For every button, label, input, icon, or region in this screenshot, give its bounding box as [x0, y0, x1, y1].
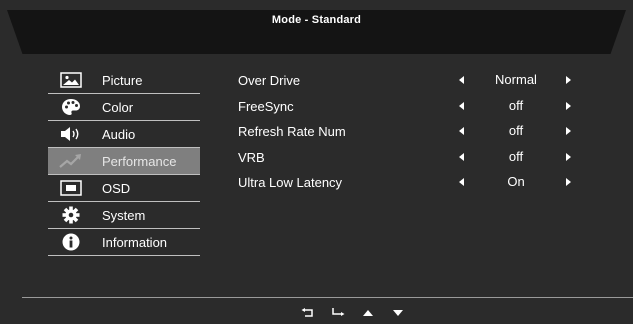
gear-icon: [56, 206, 86, 224]
arrow-left-icon[interactable]: [459, 152, 464, 161]
arrow-left-icon[interactable]: [459, 101, 464, 110]
palette-icon: [56, 98, 86, 116]
setting-row-vrb[interactable]: VRB off: [238, 146, 598, 172]
info-icon: [56, 233, 86, 251]
nav-label-information: Information: [102, 234, 168, 250]
arrow-left-icon[interactable]: [459, 76, 464, 84]
nav-label-system: System: [102, 207, 146, 223]
osd-menu: Mode - Standard Picture Color Audio Perf…: [0, 0, 633, 324]
setting-value: Normal: [495, 72, 537, 87]
mode-title: Mode - Standard: [271, 14, 362, 26]
nav-item-system[interactable]: System: [48, 202, 200, 229]
setting-row-ultra-low-latency[interactable]: Ultra Low Latency On: [238, 171, 598, 197]
up-arrow-icon[interactable]: [360, 307, 376, 319]
footer-controls: [300, 305, 420, 321]
setting-value: off: [508, 148, 524, 164]
setting-label: Over Drive: [238, 73, 301, 88]
osd-icon: [56, 179, 86, 197]
nav-item-information[interactable]: Information: [48, 229, 200, 256]
setting-label: Ultra Low Latency: [238, 175, 343, 190]
setting-value: off: [508, 123, 524, 138]
nav-label-color: Color: [102, 99, 134, 115]
enter-icon[interactable]: [330, 307, 346, 319]
picture-icon: [56, 71, 86, 89]
nav-item-osd[interactable]: OSD: [48, 175, 200, 202]
nav-label-picture: Picture: [102, 72, 143, 88]
nav-item-color[interactable]: Color: [48, 94, 200, 121]
setting-label: Refresh Rate Num: [238, 124, 346, 139]
setting-label: FreeSync: [238, 98, 294, 114]
arrow-left-icon[interactable]: [459, 127, 464, 135]
nav-item-performance[interactable]: Performance: [48, 148, 200, 175]
nav-item-picture[interactable]: Picture: [48, 67, 200, 94]
arrow-right-icon[interactable]: [566, 152, 571, 161]
arrow-right-icon[interactable]: [566, 127, 571, 135]
setting-row-freesync[interactable]: FreeSync off: [238, 95, 598, 121]
speaker-icon: [56, 125, 86, 143]
arrow-right-icon[interactable]: [566, 76, 571, 84]
down-arrow-icon[interactable]: [390, 307, 406, 319]
return-icon[interactable]: [300, 307, 316, 319]
performance-icon: [56, 152, 86, 170]
footer-divider: [22, 297, 633, 298]
setting-row-refresh-rate-num[interactable]: Refresh Rate Num off: [238, 120, 598, 146]
nav-label-performance: Performance: [102, 153, 177, 169]
nav-label-audio: Audio: [102, 126, 136, 142]
arrow-right-icon[interactable]: [566, 101, 571, 110]
arrow-right-icon[interactable]: [566, 178, 571, 186]
nav-item-audio[interactable]: Audio: [48, 121, 200, 148]
setting-label: VRB: [238, 149, 265, 165]
setting-value: On: [507, 174, 525, 189]
settings-panel: Over Drive Normal FreeSync off Refresh R…: [238, 69, 598, 197]
nav-label-osd: OSD: [102, 180, 131, 196]
arrow-left-icon[interactable]: [459, 178, 464, 186]
nav-menu: Picture Color Audio Performance OSD Syst…: [48, 67, 200, 256]
setting-row-over-drive[interactable]: Over Drive Normal: [238, 69, 598, 95]
setting-value: off: [508, 97, 524, 113]
